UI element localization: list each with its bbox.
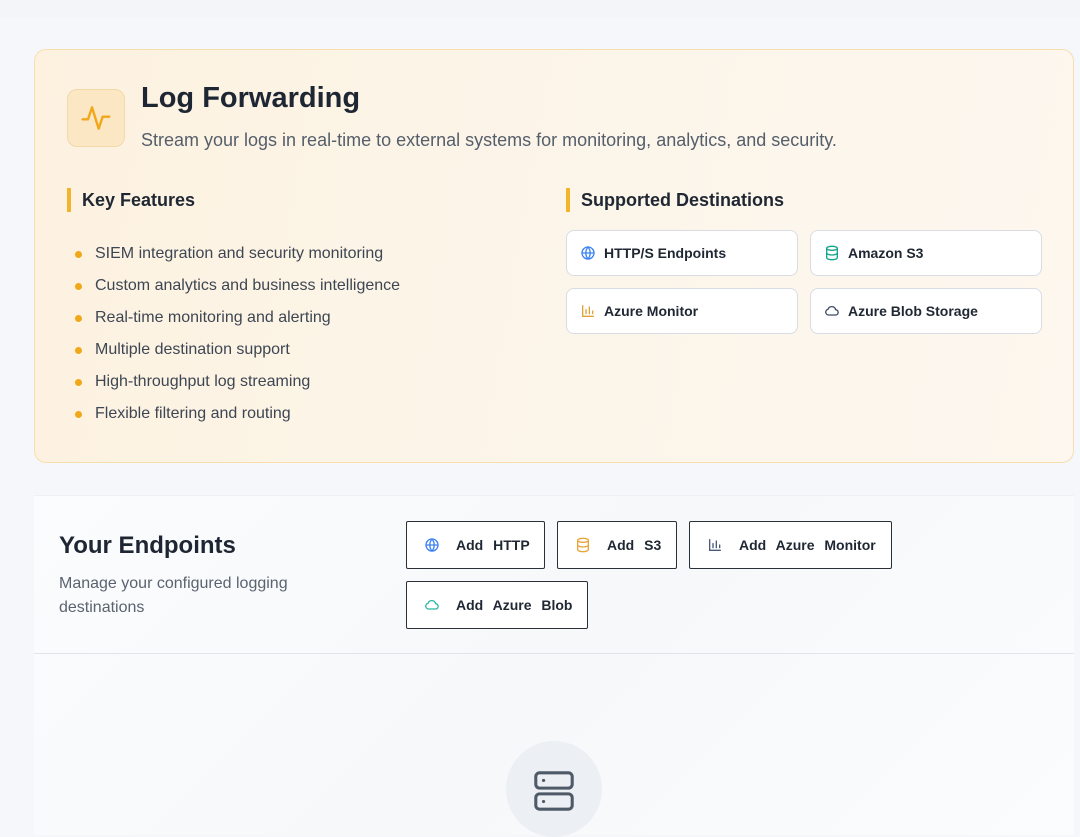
bullet-icon: [75, 378, 82, 386]
globe-icon: [581, 245, 595, 261]
list-item: Flexible filtering and routing: [75, 398, 400, 430]
key-features-heading: Key Features: [67, 188, 195, 212]
destination-label: HTTP/S Endpoints: [604, 245, 727, 261]
add-s3-button[interactable]: Add S3: [557, 521, 677, 569]
globe-icon: [425, 537, 439, 553]
bullet-icon: [75, 410, 82, 418]
list-item: Multiple destination support: [75, 334, 400, 366]
bar-chart-icon: [582, 305, 594, 317]
server-icon: [534, 771, 574, 811]
cloud-icon: [825, 306, 839, 316]
destination-azure-blob: Azure Blob Storage: [810, 288, 1042, 334]
list-item: SIEM integration and security monitoring: [75, 238, 400, 270]
feature-text: SIEM integration and security monitoring: [95, 245, 384, 262]
button-label: Add Azure Blob: [456, 597, 573, 613]
destination-label: Azure Monitor: [604, 303, 699, 319]
page-subtitle: Stream your logs in real-time to externa…: [141, 130, 837, 150]
feature-list: SIEM integration and security monitoring…: [75, 238, 400, 430]
bullet-icon: [75, 314, 82, 322]
bullet-icon: [75, 346, 82, 354]
feature-text: Flexible filtering and routing: [95, 405, 291, 422]
endpoints-subtitle: Manage your configured logging destinati…: [59, 575, 288, 616]
page-title: Log Forwarding: [141, 82, 361, 114]
database-icon: [826, 245, 838, 261]
button-label: Add Azure Monitor: [739, 537, 876, 553]
destination-azure-monitor: Azure Monitor: [566, 288, 798, 334]
list-item: Custom analytics and business intelligen…: [75, 270, 400, 302]
add-azure-monitor-button[interactable]: Add Azure Monitor: [689, 521, 892, 569]
destination-s3: Amazon S3: [810, 230, 1042, 276]
bullet-icon: [75, 250, 82, 258]
destination-label: Amazon S3: [848, 245, 924, 261]
add-http-button[interactable]: Add HTTP: [406, 521, 545, 569]
endpoints-title: Your Endpoints: [59, 532, 236, 559]
destination-http: HTTP/S Endpoints: [566, 230, 798, 276]
feature-text: Multiple destination support: [95, 341, 290, 358]
activity-icon: [67, 89, 125, 147]
your-endpoints-panel: Your Endpoints Manage your configured lo…: [34, 495, 1074, 837]
list-item: Real-time monitoring and alerting: [75, 302, 400, 334]
list-item: High-throughput log streaming: [75, 366, 400, 398]
feature-text: Custom analytics and business intelligen…: [95, 277, 401, 294]
feature-text: High-throughput log streaming: [95, 373, 311, 390]
bullet-icon: [75, 282, 82, 290]
button-label: Add S3: [607, 537, 662, 553]
destination-label: Azure Blob Storage: [848, 303, 978, 319]
log-forwarding-hero: Log Forwarding Stream your logs in real-…: [34, 49, 1074, 463]
bar-chart-icon: [709, 539, 721, 551]
divider: [34, 653, 1074, 654]
empty-state-illustration: [506, 741, 602, 837]
feature-text: Real-time monitoring and alerting: [95, 309, 331, 326]
top-bar: [0, 0, 1080, 18]
database-icon: [577, 537, 589, 553]
cloud-icon: [425, 600, 439, 610]
add-azure-blob-button[interactable]: Add Azure Blob: [406, 581, 588, 629]
supported-destinations-heading: Supported Destinations: [566, 188, 784, 212]
button-label: Add HTTP: [456, 537, 530, 553]
